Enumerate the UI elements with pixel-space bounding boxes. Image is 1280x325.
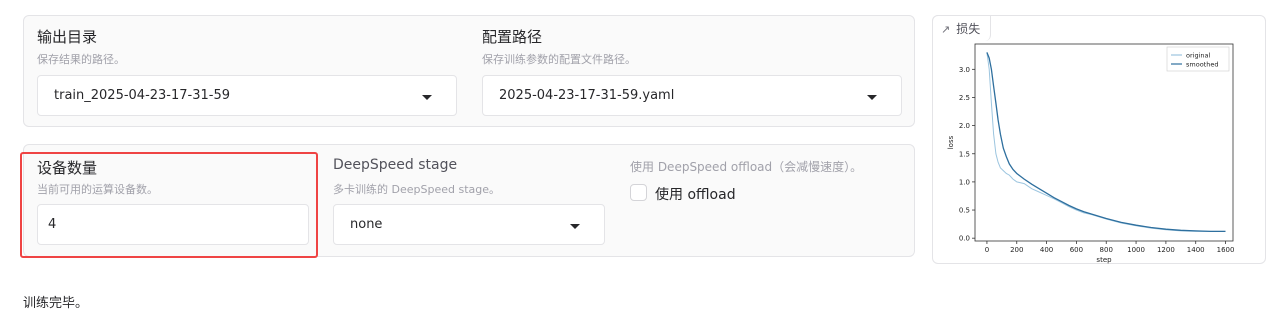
y-tick-label: 1.0 — [959, 178, 970, 186]
legend-label-original: original — [1186, 51, 1210, 59]
y-tick-label: 2.5 — [959, 94, 970, 102]
ds-offload-checkbox[interactable] — [630, 184, 647, 201]
chart-icon: ↗ — [941, 23, 951, 36]
ds-stage-description: 多卡训练的 DeepSpeed stage。 — [333, 183, 500, 196]
x-tick-label: 1400 — [1187, 246, 1205, 254]
x-tick-label: 200 — [1010, 246, 1023, 254]
y-tick-label: 0.0 — [959, 235, 970, 243]
config-path-dropdown[interactable]: 2025-04-23-17-31-59.yaml — [482, 75, 902, 116]
legend-label-smoothed: smoothed — [1186, 60, 1218, 68]
series-line-smoothed — [986, 52, 1226, 233]
loss-chart: 0 200 400 600 800 1000 1200 1400 1600 0.0 0.5 1.0 1.… — [947, 43, 1235, 264]
config-path-description: 保存训练参数的配置文件路径。 — [482, 53, 636, 66]
ds-offload-label: 使用 DeepSpeed offload（会减慢速度）。 — [630, 160, 863, 174]
x-tick-label: 600 — [1070, 246, 1083, 254]
ds-stage-dropdown[interactable]: none — [333, 204, 605, 245]
x-axis-label: step — [1096, 256, 1112, 264]
chevron-down-icon — [867, 95, 877, 100]
x-tick-label: 1200 — [1157, 246, 1175, 254]
y-axis-label: loss — [947, 135, 955, 149]
ds-offload-checkbox-label[interactable]: 使用 offload — [655, 184, 736, 204]
y-tick-label: 1.5 — [959, 150, 970, 158]
x-tick-label: 1000 — [1127, 246, 1145, 254]
loss-plot-tab-label: 损失 — [956, 22, 981, 36]
plot-frame — [974, 43, 1234, 242]
output-dir-label: 输出目录 — [37, 28, 98, 46]
config-path-value: 2025-04-23-17-31-59.yaml — [499, 88, 675, 103]
chevron-down-icon — [570, 224, 580, 229]
y-tick-label: 2.0 — [959, 122, 970, 130]
config-path-label: 配置路径 — [482, 28, 543, 46]
ds-stage-label: DeepSpeed stage — [333, 157, 458, 173]
y-tick-label: 0.5 — [959, 207, 970, 215]
chevron-down-icon — [422, 95, 432, 100]
highlight-box — [20, 152, 318, 258]
ds-stage-value: none — [350, 217, 383, 232]
x-tick-label: 400 — [1040, 246, 1053, 254]
output-dir-value: train_2025-04-23-17-31-59 — [54, 88, 231, 103]
training-status: 训练完毕。 — [23, 296, 89, 311]
output-dir-dropdown[interactable]: train_2025-04-23-17-31-59 — [37, 75, 457, 116]
x-tick-label: 1600 — [1217, 246, 1235, 254]
x-tick-label: 800 — [1100, 246, 1113, 254]
output-dir-description: 保存结果的路径。 — [37, 53, 125, 66]
y-tick-label: 3.0 — [959, 66, 970, 74]
series-line-original — [986, 52, 1226, 232]
x-tick-label: 0 — [985, 246, 989, 254]
loss-plot-tab: ↗ 损失 — [932, 15, 992, 41]
loss-plot-card: 0 200 400 600 800 1000 1200 1400 1600 0.0 0.5 1.0 1.… — [932, 15, 1266, 264]
